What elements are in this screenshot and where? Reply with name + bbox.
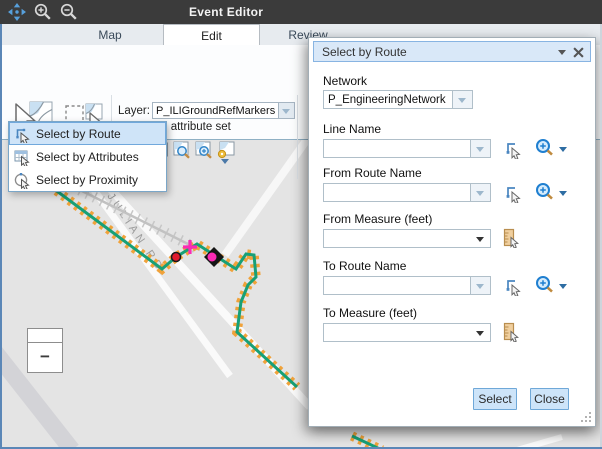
red-point-marker [172,253,181,262]
to-route-dropdown[interactable] [323,276,491,295]
panel-resize-grip[interactable] [580,411,592,423]
select-button[interactable]: Select [473,388,517,410]
network-value: P_EngineeringNetwork [328,94,446,106]
title-bar: Event Editor [0,0,602,24]
line-name-dropdown-button[interactable] [470,140,490,157]
menu-item-select-by-attributes[interactable]: Select by Attributes [9,145,166,168]
line-pick-on-map-icon[interactable] [503,139,523,159]
to-route-zoom-caret[interactable] [559,284,567,289]
road [225,139,308,255]
tab-edit[interactable]: Edit [163,24,260,45]
panel-title: Select by Route [322,45,407,59]
to-route-zoom-icon[interactable] [535,275,555,295]
panel-collapse-caret[interactable] [558,50,566,55]
line-name-dropdown[interactable] [323,139,491,158]
line-zoom-icon[interactable] [535,138,555,158]
select-by-route-icon [13,125,31,143]
select-by-route-panel: Select by Route Network P_EngineeringNet… [308,37,596,427]
from-measure-pick-icon[interactable] [501,228,521,248]
network-dropdown-button[interactable] [452,91,472,108]
to-measure-dropdown[interactable] [323,323,491,342]
tab-map[interactable]: Map [60,24,160,45]
layer-label: Layer: [118,105,150,117]
layer-dropdown[interactable]: P_ILIGroundRefMarkers [152,102,295,119]
layer-dropdown-button[interactable] [278,103,294,118]
menu-item-label: Select by Route [36,127,121,141]
select-tool-menu: Select by Route Select by Attributes Sel… [8,121,167,192]
from-route-zoom-caret[interactable] [559,191,567,196]
select-by-attributes-icon [13,148,31,166]
zoom-out-button[interactable]: − [28,343,62,373]
panel-header[interactable]: Select by Route [313,41,591,62]
from-route-pick-on-map-icon[interactable] [503,183,523,203]
panel-close-icon[interactable] [573,47,584,58]
menu-item-select-by-route[interactable]: Select by Route [9,122,166,145]
zoom-in-icon[interactable] [33,2,53,22]
to-measure-label: To Measure (feet) [323,306,417,320]
select-by-proximity-icon [13,171,31,189]
close-button[interactable]: Close [530,388,569,410]
map-zoom-control: − [27,328,63,373]
from-measure-dropdown[interactable] [323,229,491,248]
menu-item-select-by-proximity[interactable]: Select by Proximity [9,168,166,191]
menu-item-label: Select by Proximity [36,173,138,187]
selection-options-caret[interactable] [221,159,229,164]
app-border [0,24,2,449]
pan-icon[interactable] [7,2,27,22]
network-dropdown[interactable]: P_EngineeringNetwork [323,90,473,109]
from-route-label: From Route Name [323,166,422,180]
to-route-label: To Route Name [323,259,406,273]
from-route-dropdown[interactable] [323,183,491,202]
event-editor-app: JULIAN RD − [0,0,602,449]
zoom-to-feature-icon[interactable] [195,141,213,159]
to-route-dropdown-button[interactable] [470,277,490,294]
menu-item-label: Select by Attributes [36,150,139,164]
line-name-label: Line Name [323,122,381,136]
to-route-pick-on-map-icon[interactable] [503,276,523,296]
layer-dropdown-value: P_ILIGroundRefMarkers [156,105,275,117]
from-route-zoom-icon[interactable] [535,182,555,202]
app-title: Event Editor [189,5,263,19]
road [72,160,230,376]
selection-options-icon[interactable] [217,141,235,159]
divider [297,95,298,179]
zoom-to-selection-icon[interactable] [173,141,191,159]
network-label: Network [323,74,367,88]
zoom-out-icon[interactable] [59,2,79,22]
from-measure-label: From Measure (feet) [323,212,432,226]
from-route-dropdown-button[interactable] [470,184,490,201]
to-measure-pick-icon[interactable] [501,322,521,342]
line-zoom-caret[interactable] [559,147,567,152]
